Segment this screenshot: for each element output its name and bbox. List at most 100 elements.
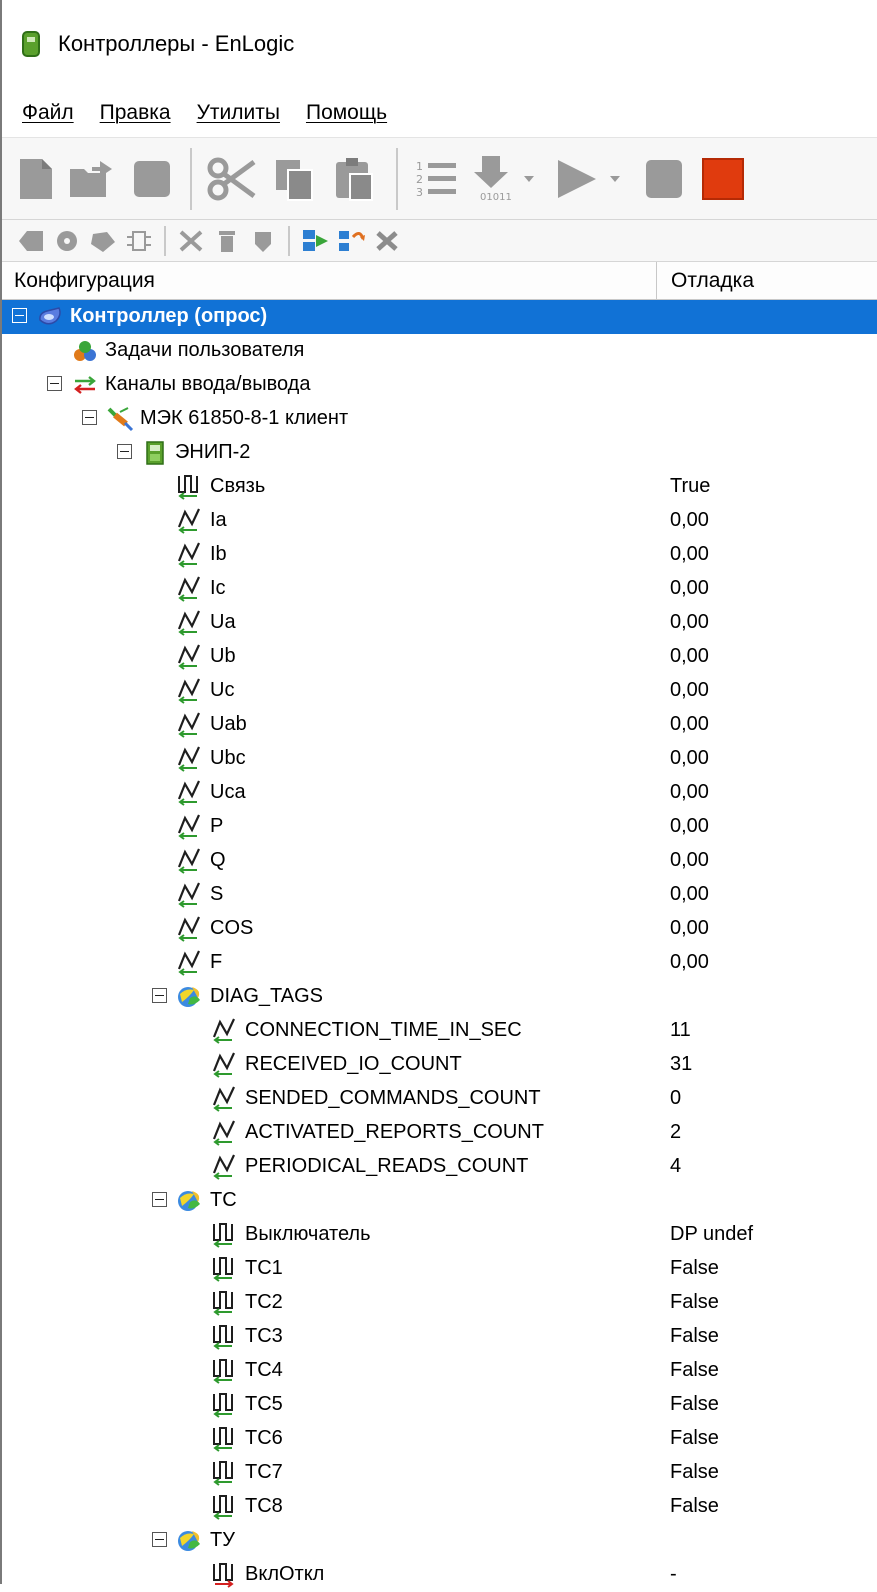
tree-node[interactable]: Uc 0,00 — [2, 674, 877, 708]
tree-node[interactable]: Uca 0,00 — [2, 776, 877, 810]
tree-node-value: 0,00 — [670, 679, 709, 701]
tree-node-value: False — [670, 1325, 719, 1347]
stop-button[interactable] — [640, 149, 688, 209]
save-button[interactable] — [130, 149, 174, 209]
tree-node[interactable]: ТС1 False — [2, 1252, 877, 1286]
tree-node-label: Ub — [210, 645, 236, 667]
io-channels-icon — [71, 371, 99, 399]
tree-node-value: True — [670, 475, 711, 497]
new-file-icon — [20, 158, 52, 199]
menu-file[interactable]: Файл — [22, 101, 74, 125]
tree-node[interactable]: SENDED_COMMANDS_COUNT 0 — [2, 1082, 877, 1116]
window-title: Контроллеры - EnLogic — [58, 31, 295, 56]
tree-node[interactable]: Выключатель DP undef — [2, 1218, 877, 1252]
discrete-input-icon — [211, 1255, 239, 1283]
tree-node[interactable]: F 0,00 — [2, 946, 877, 980]
menu-help[interactable]: Помощь — [306, 101, 387, 125]
tree-node[interactable]: P 0,00 — [2, 810, 877, 844]
tree-node[interactable]: Ub 0,00 — [2, 640, 877, 674]
menu-edit[interactable]: Правка — [100, 101, 171, 125]
module-button[interactable] — [124, 225, 154, 257]
tree-node[interactable]: ТС2 False — [2, 1286, 877, 1320]
app-window: Контроллеры - EnLogic Файл Правка Утилит… — [0, 0, 877, 1588]
tree-node[interactable]: RECEIVED_IO_COUNT 31 — [2, 1048, 877, 1082]
tree-node-value: 0,00 — [670, 713, 709, 735]
tree-node-label: ТС — [210, 1189, 237, 1211]
discrete-input-icon — [176, 473, 204, 501]
tree-node-label: Ubc — [210, 747, 246, 769]
tree-node[interactable]: CONNECTION_TIME_IN_SEC 11 — [2, 1014, 877, 1048]
tasks-icon — [71, 337, 99, 365]
collapse-toggle-icon[interactable] — [82, 410, 97, 425]
tree-node[interactable]: МЭК 61850-8-1 клиент — [2, 402, 877, 436]
tree-node[interactable]: Ib 0,00 — [2, 538, 877, 572]
tree-node-label: ТС1 — [245, 1257, 283, 1279]
tree-node[interactable]: ТС3 False — [2, 1320, 877, 1354]
copy-icon — [276, 159, 313, 201]
halt-button[interactable] — [698, 149, 748, 209]
collapse-toggle-icon[interactable] — [12, 308, 27, 323]
menu-utilities[interactable]: Утилиты — [197, 101, 280, 125]
shield-button[interactable] — [248, 225, 278, 257]
tree-node[interactable]: COS 0,00 — [2, 912, 877, 946]
tree-node[interactable]: PERIODICAL_READS_COUNT 4 — [2, 1150, 877, 1184]
tree-node[interactable]: ТУ — [2, 1524, 877, 1558]
collapse-toggle-icon[interactable] — [152, 1192, 167, 1207]
tree-node-value: 0,00 — [670, 509, 709, 531]
new-file-button[interactable] — [16, 149, 56, 209]
tree-node-value: 11 — [670, 1019, 691, 1041]
copy-button[interactable] — [270, 149, 320, 209]
tree-node[interactable]: Ia 0,00 — [2, 504, 877, 538]
tree-node[interactable]: ТС7 False — [2, 1456, 877, 1490]
numbered-list-button[interactable]: 123 — [412, 149, 460, 209]
tree-node[interactable]: ЭНИП-2 — [2, 436, 877, 470]
open-folder-button[interactable] — [66, 149, 120, 209]
tree-node[interactable]: Задачи пользователя — [2, 334, 877, 368]
tree-node[interactable]: Q 0,00 — [2, 844, 877, 878]
tree-node[interactable]: ТС5 False — [2, 1388, 877, 1422]
delete-button[interactable] — [212, 225, 242, 257]
collapse-toggle-icon[interactable] — [152, 988, 167, 1003]
tag-icon — [19, 230, 43, 251]
tree-node-value: 0,00 — [670, 645, 709, 667]
gear-button[interactable] — [52, 225, 82, 257]
tree-node[interactable]: ACTIVATED_REPORTS_COUNT 2 — [2, 1116, 877, 1150]
collapse-toggle-icon[interactable] — [117, 444, 132, 459]
tree-node[interactable]: ТС — [2, 1184, 877, 1218]
analog-input-icon — [211, 1051, 239, 1079]
tree-node[interactable]: Ua 0,00 — [2, 606, 877, 640]
tree-node[interactable]: Связь True — [2, 470, 877, 504]
tree-node-label: ТС4 — [245, 1359, 283, 1381]
tree-node[interactable]: Контроллер (опрос) — [2, 300, 877, 334]
cut-button[interactable] — [206, 149, 260, 209]
tree-node-label: Q — [210, 849, 226, 871]
label-button[interactable] — [88, 225, 118, 257]
analog-input-icon — [211, 1017, 239, 1045]
tag-button[interactable] — [16, 225, 46, 257]
run-button[interactable] — [552, 149, 630, 209]
tree-node[interactable]: ТС4 False — [2, 1354, 877, 1388]
tree-node[interactable]: Ic 0,00 — [2, 572, 877, 606]
collapse-toggle-icon[interactable] — [152, 1532, 167, 1547]
tree-node[interactable]: ТС6 False — [2, 1422, 877, 1456]
sort-button[interactable] — [336, 225, 366, 257]
column-debug[interactable]: Отладка — [657, 262, 877, 299]
toolbar-separator — [190, 147, 192, 210]
tree-node[interactable]: DIAG_TAGS — [2, 980, 877, 1014]
paste-button[interactable] — [330, 149, 380, 209]
tree-node[interactable]: Uab 0,00 — [2, 708, 877, 742]
tree-node[interactable]: ВклОткл - — [2, 1558, 877, 1592]
tree-node[interactable]: Ubc 0,00 — [2, 742, 877, 776]
tree-node[interactable]: S 0,00 — [2, 878, 877, 912]
download-binary-button[interactable]: 01011 — [470, 149, 542, 209]
tree-node[interactable]: Каналы ввода/вывода — [2, 368, 877, 402]
tree-node[interactable]: ТС8 False — [2, 1490, 877, 1524]
import-button[interactable] — [300, 225, 330, 257]
red-stop-icon — [702, 157, 744, 200]
analog-input-icon — [176, 949, 204, 977]
collapse-toggle-icon[interactable] — [47, 376, 62, 391]
column-configuration[interactable]: Конфигурация — [2, 262, 657, 299]
save-icon — [134, 160, 170, 197]
disconnect-button[interactable] — [176, 225, 206, 257]
clear-button[interactable] — [372, 225, 402, 257]
